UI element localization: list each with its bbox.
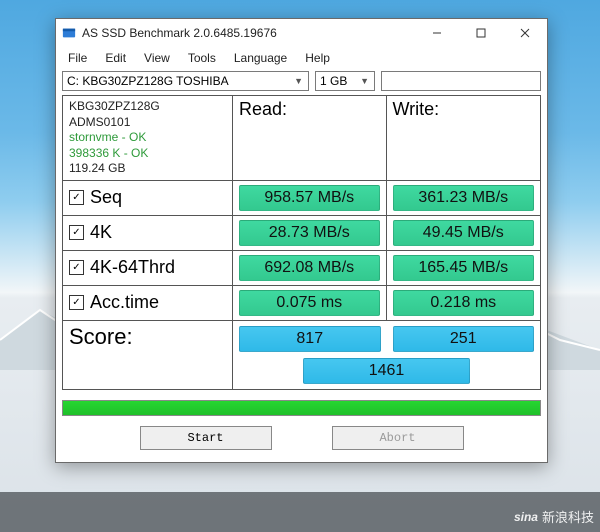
row-label-text: 4K (90, 222, 112, 243)
col-header-read: Read: (233, 96, 387, 181)
menu-edit[interactable]: Edit (97, 49, 134, 67)
4k64-read-value: 692.08 MB/s (239, 255, 380, 281)
col-header-write: Write: (387, 96, 541, 181)
watermark-brand: sina (514, 510, 538, 524)
score-read: 817 (239, 326, 381, 352)
menu-bar: File Edit View Tools Language Help (56, 47, 547, 71)
app-window: AS SSD Benchmark 2.0.6485.19676 File Edi… (55, 18, 548, 463)
titlebar[interactable]: AS SSD Benchmark 2.0.6485.19676 (56, 19, 547, 47)
seq-read-cell: 958.57 MB/s (233, 181, 387, 216)
menu-language[interactable]: Language (226, 49, 295, 67)
menu-tools[interactable]: Tools (180, 49, 224, 67)
menu-file[interactable]: File (60, 49, 95, 67)
progress-bar (62, 400, 541, 416)
4k-write-cell: 49.45 MB/s (387, 216, 541, 251)
desktop-background: AS SSD Benchmark 2.0.6485.19676 File Edi… (0, 0, 600, 532)
acc-read-value: 0.075 ms (239, 290, 380, 316)
row-4k-label: ✓ 4K (63, 216, 233, 251)
app-icon (62, 26, 76, 40)
4k-write-value: 49.45 MB/s (393, 220, 535, 246)
drive-select[interactable]: C: KBG30ZPZ128G TOSHIBA ▼ (62, 71, 309, 91)
drive-driver-status: stornvme - OK (69, 130, 226, 146)
score-total: 1461 (303, 358, 469, 384)
drive-select-value: C: KBG30ZPZ128G TOSHIBA (67, 74, 229, 88)
row-label-text: Seq (90, 187, 122, 208)
acc-write-cell: 0.218 ms (387, 286, 541, 321)
taskbar[interactable] (0, 492, 600, 532)
row-label-text: 4K-64Thrd (90, 257, 175, 278)
score-label: Score: (63, 321, 233, 389)
maximize-button[interactable] (459, 19, 503, 47)
start-button[interactable]: Start (140, 426, 272, 450)
checkbox-4k64[interactable]: ✓ (69, 260, 84, 275)
menu-help[interactable]: Help (297, 49, 338, 67)
4k64-read-cell: 692.08 MB/s (233, 251, 387, 286)
4k64-write-value: 165.45 MB/s (393, 255, 535, 281)
4k64-write-cell: 165.45 MB/s (387, 251, 541, 286)
drive-capacity: 119.24 GB (69, 161, 226, 177)
size-select[interactable]: 1 GB ▼ (315, 71, 375, 91)
seq-write-cell: 361.23 MB/s (387, 181, 541, 216)
abort-button: Abort (332, 426, 464, 450)
chevron-down-icon: ▼ (357, 76, 372, 86)
row-label-text: Acc.time (90, 292, 159, 313)
row-4k64-label: ✓ 4K-64Thrd (63, 251, 233, 286)
watermark: sina 新浪科技 (514, 507, 594, 526)
checkbox-seq[interactable]: ✓ (69, 190, 84, 205)
chevron-down-icon: ▼ (291, 76, 306, 86)
score-write: 251 (393, 326, 535, 352)
4k-read-value: 28.73 MB/s (239, 220, 380, 246)
minimize-button[interactable] (415, 19, 459, 47)
watermark-text: 新浪科技 (542, 507, 594, 526)
drive-align-status: 398336 K - OK (69, 146, 226, 162)
drive-model: KBG30ZPZ128G (69, 99, 226, 115)
row-seq-label: ✓ Seq (63, 181, 233, 216)
row-acc-label: ✓ Acc.time (63, 286, 233, 321)
filter-input[interactable] (381, 71, 541, 91)
4k-read-cell: 28.73 MB/s (233, 216, 387, 251)
window-title: AS SSD Benchmark 2.0.6485.19676 (82, 26, 277, 40)
acc-write-value: 0.218 ms (393, 290, 535, 316)
results-grid: KBG30ZPZ128G ADMS0101 stornvme - OK 3983… (62, 95, 541, 390)
drive-info: KBG30ZPZ128G ADMS0101 stornvme - OK 3983… (63, 96, 233, 181)
close-button[interactable] (503, 19, 547, 47)
menu-view[interactable]: View (136, 49, 178, 67)
checkbox-acc[interactable]: ✓ (69, 295, 84, 310)
score-area: 817 251 1461 (233, 321, 540, 389)
seq-read-value: 958.57 MB/s (239, 185, 380, 211)
checkbox-4k[interactable]: ✓ (69, 225, 84, 240)
acc-read-cell: 0.075 ms (233, 286, 387, 321)
size-select-value: 1 GB (320, 74, 347, 88)
seq-write-value: 361.23 MB/s (393, 185, 535, 211)
drive-firmware: ADMS0101 (69, 115, 226, 131)
